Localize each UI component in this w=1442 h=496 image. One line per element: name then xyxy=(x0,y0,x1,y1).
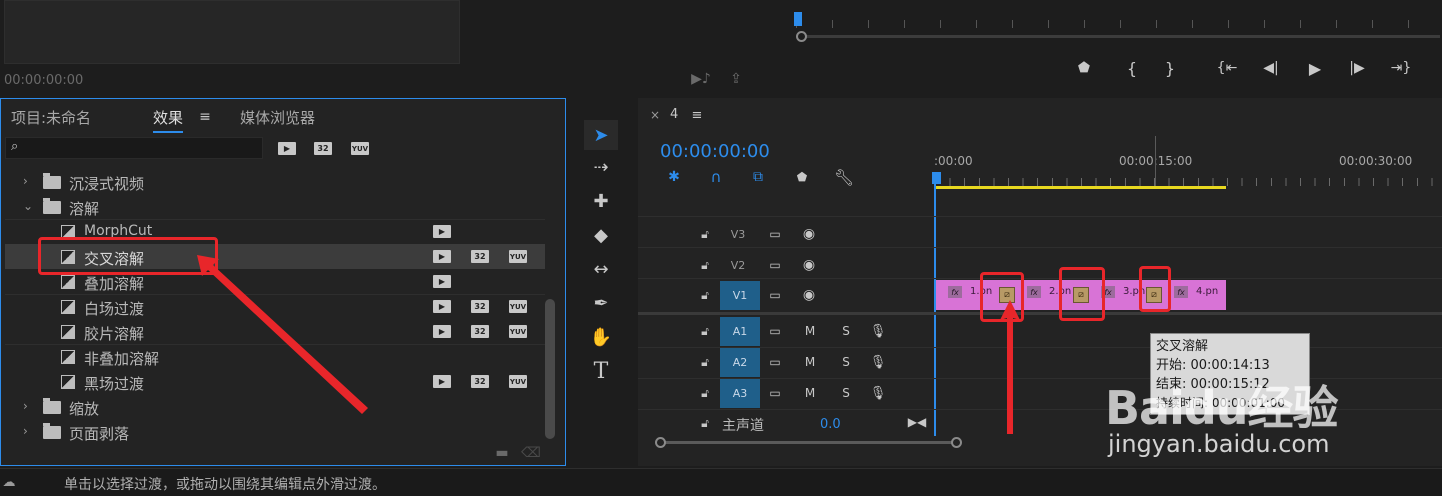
arrow-to-cross-dissolve xyxy=(197,255,368,414)
creative-cloud-icon[interactable]: ☁ xyxy=(0,474,18,490)
status-message: 单击以选择过渡，或拖动以围绕其编辑点外滑过渡。 xyxy=(64,477,386,493)
status-bar: ☁ 单击以选择过渡，或拖动以围绕其编辑点外滑过渡。 xyxy=(0,468,1442,496)
arrow-to-transition xyxy=(1000,300,1020,434)
watermark-url: jingyan.baidu.com xyxy=(1108,430,1330,458)
watermark-brand: Baidu经验 xyxy=(1105,381,1339,435)
